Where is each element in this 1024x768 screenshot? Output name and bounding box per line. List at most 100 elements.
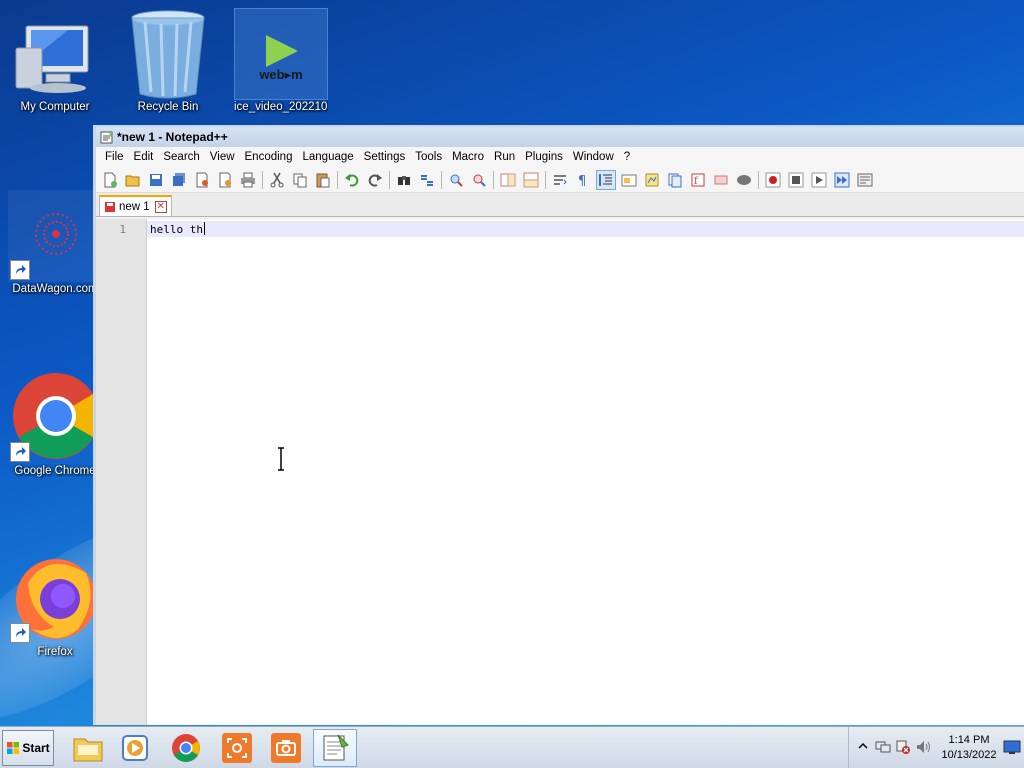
copy-button[interactable] [290, 170, 310, 190]
desktop-icon-label: Firefox [37, 646, 73, 658]
start-button[interactable]: Start [2, 730, 54, 766]
close-tab-icon[interactable]: ✕ [154, 200, 167, 213]
print-button[interactable] [238, 170, 258, 190]
desktop-icon-datawagon[interactable]: DataWagon.com [8, 190, 102, 296]
network-icon[interactable] [875, 739, 891, 755]
sync-horizontal-button[interactable] [521, 170, 541, 190]
toolbar: ¶ f [96, 167, 1024, 193]
taskbar-google-chrome[interactable] [164, 729, 208, 767]
firefox-icon [8, 553, 102, 645]
desktop-icon-firefox[interactable]: Firefox [8, 553, 102, 659]
user-defined-language-button[interactable] [619, 170, 639, 190]
menu-run[interactable]: Run [489, 151, 520, 163]
save-button[interactable] [146, 170, 166, 190]
window-titlebar[interactable]: *new 1 - Notepad++ [96, 127, 1024, 147]
clock-date: 10/13/2022 [941, 749, 997, 761]
notepadpp-app-icon [100, 131, 113, 144]
desktop-icon-label: Google Chrome [14, 465, 96, 477]
taskbar-capture-app[interactable] [215, 729, 259, 767]
tab-new-1[interactable]: new 1 ✕ [99, 195, 172, 216]
redo-button[interactable] [365, 170, 385, 190]
taskbar-notepadpp[interactable] [313, 729, 357, 767]
line-number: 1 [119, 223, 126, 236]
system-clock[interactable]: 1:14 PM 10/13/2022 [937, 733, 1001, 763]
tab-label: new 1 [119, 200, 150, 213]
menu-encoding[interactable]: Encoding [240, 151, 298, 163]
desktop-icon-my-computer[interactable]: My Computer [8, 8, 102, 114]
desktop-icon-webm-video[interactable]: web▸m ice_video_2022101... [234, 8, 328, 114]
paste-icon [316, 173, 330, 187]
menu-plugins[interactable]: Plugins [520, 151, 568, 163]
text-editor[interactable]: hello th [147, 219, 1024, 725]
sync-vertical-button[interactable] [498, 170, 518, 190]
menu-search[interactable]: Search [158, 151, 204, 163]
folder-workspace-icon [714, 175, 728, 184]
action-center-flag-icon[interactable] [895, 739, 911, 755]
svg-text:¶: ¶ [578, 174, 586, 188]
show-hidden-icons-chevron-icon[interactable] [855, 739, 871, 755]
new-file-button[interactable] [100, 170, 120, 190]
menu-macro[interactable]: Macro [447, 151, 489, 163]
doc-map-button[interactable] [642, 170, 662, 190]
indent-guide-button[interactable] [596, 169, 616, 190]
cut-button[interactable] [267, 170, 287, 190]
macro-record-button[interactable] [763, 170, 783, 190]
menu-file[interactable]: File [100, 151, 129, 163]
menu-window[interactable]: Window [568, 151, 619, 163]
taskbar: Start 1:14 PM 10/13/2022 [0, 726, 1024, 768]
function-list-icon: f [691, 173, 705, 187]
find-button[interactable] [394, 170, 414, 190]
menu-language[interactable]: Language [297, 151, 358, 163]
undo-button[interactable] [342, 170, 362, 190]
close-file-icon [196, 172, 208, 187]
record-icon [765, 172, 781, 187]
taskbar-camera-app[interactable] [264, 729, 308, 767]
doc-list-button[interactable] [665, 170, 685, 190]
text-caret [203, 222, 205, 235]
replace-icon [421, 174, 433, 186]
editor-line-1: hello th [150, 222, 205, 236]
close-all-button[interactable] [215, 170, 235, 190]
zoom-in-icon [450, 174, 463, 187]
indent-guide-icon [599, 173, 612, 186]
menu-view[interactable]: View [205, 151, 240, 163]
zoom-in-button[interactable] [446, 170, 466, 190]
word-wrap-button[interactable] [550, 170, 570, 190]
save-icon [150, 173, 162, 186]
folder-as-workspace-button[interactable] [711, 170, 731, 190]
menu-help[interactable]: ? [619, 151, 635, 163]
webm-file-icon: web▸m [234, 8, 328, 100]
macro-save-button[interactable] [855, 170, 875, 190]
open-file-button[interactable] [123, 170, 143, 190]
menu-settings[interactable]: Settings [359, 151, 411, 163]
save-macro-icon [857, 173, 873, 186]
macro-run-multiple-button[interactable] [832, 170, 852, 190]
redo-icon [368, 173, 382, 187]
volume-icon[interactable] [915, 739, 931, 755]
taskbar-media-player[interactable] [113, 729, 157, 767]
clock-time: 1:14 PM [948, 734, 990, 746]
zoom-out-button[interactable] [469, 170, 489, 190]
save-all-icon [173, 172, 185, 186]
menu-edit[interactable]: Edit [129, 151, 159, 163]
macro-play-button[interactable] [809, 170, 829, 190]
monitoring-button[interactable] [734, 170, 754, 190]
show-all-chars-button[interactable]: ¶ [573, 170, 593, 190]
taskbar-file-explorer[interactable] [66, 729, 110, 767]
function-list-button[interactable]: f [688, 170, 708, 190]
notepadpp-window[interactable]: *new 1 - Notepad++ File Edit Search View… [93, 125, 1024, 725]
paste-button[interactable] [313, 170, 333, 190]
line-number-gutter: 1 [96, 219, 147, 725]
replace-button[interactable] [417, 170, 437, 190]
sync-vertical-icon [500, 173, 516, 186]
desktop-icon-google-chrome[interactable]: Google Chrome [8, 372, 102, 478]
menu-tools[interactable]: Tools [410, 151, 447, 163]
close-file-button[interactable] [192, 170, 212, 190]
desktop-icon-recycle-bin[interactable]: Recycle Bin [121, 8, 215, 114]
desktop-icon-label: ice_video_2022101... [234, 101, 328, 113]
save-all-button[interactable] [169, 170, 189, 190]
show-desktop-icon[interactable] [1003, 739, 1021, 755]
file-explorer-icon [73, 738, 103, 762]
macro-stop-button[interactable] [786, 170, 806, 190]
editor-area[interactable]: 1 hello th [96, 219, 1024, 725]
